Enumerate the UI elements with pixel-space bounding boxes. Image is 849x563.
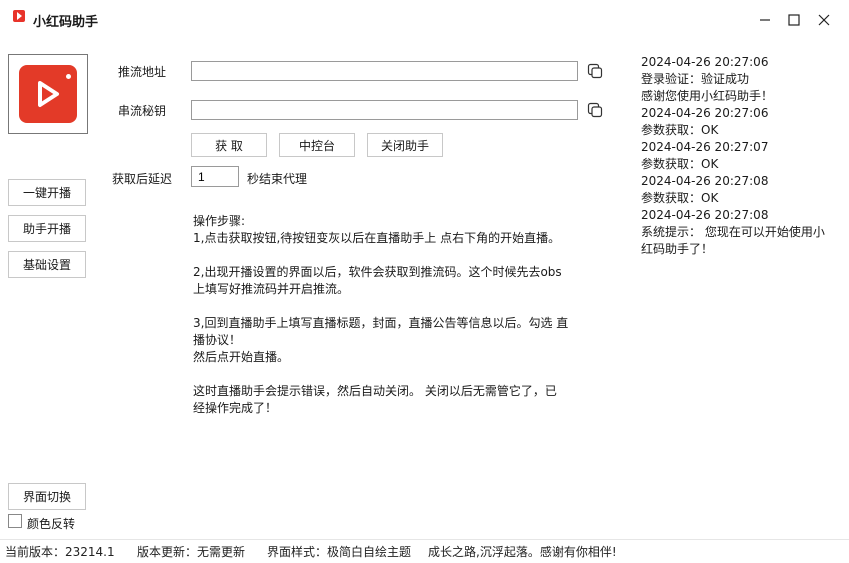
maximize-button[interactable] bbox=[779, 9, 809, 31]
minimize-icon bbox=[760, 19, 770, 21]
copy-stream-key-icon[interactable] bbox=[587, 102, 603, 118]
copy-push-url-icon[interactable] bbox=[587, 63, 603, 79]
switch-ui-button[interactable]: 界面切换 bbox=[8, 483, 86, 510]
status-divider bbox=[0, 539, 849, 540]
delay-input[interactable] bbox=[191, 166, 239, 187]
get-button[interactable]: 获 取 bbox=[191, 133, 267, 157]
steps-heading: 操作步骤: bbox=[193, 214, 246, 228]
step-2-line-1: 2,出现开播设置的界面以后，软件会获取到推流码。这个时候先去obs bbox=[193, 265, 562, 279]
push-url-label: 推流地址 bbox=[118, 65, 167, 79]
log-panel: 2024-04-26 20:27:06 登录验证：验证成功 感谢您使用小红码助手… bbox=[641, 54, 836, 258]
stream-key-label: 串流秘钥 bbox=[118, 104, 167, 118]
step-3-line-3: 然后点开始直播。 bbox=[193, 350, 290, 364]
log-line: 参数获取：OK bbox=[641, 191, 719, 205]
step-2-line-2: 上填写好推流码并开启推流。 bbox=[193, 282, 350, 296]
step-1: 1,点击获取按钮,待按钮变灰以后在直播助手上 点右下角的开始直播。 bbox=[193, 231, 561, 245]
log-line: 2024-04-26 20:27:06 bbox=[641, 55, 769, 69]
one-click-live-button[interactable]: 一键开播 bbox=[8, 179, 86, 206]
logo-play-icon bbox=[19, 65, 77, 123]
log-line: 2024-04-26 20:27:06 bbox=[641, 106, 769, 120]
log-line: 系统提示： 您现在可以开始使用小红码助手了！ bbox=[641, 225, 825, 256]
close-icon bbox=[818, 14, 830, 26]
log-line: 参数获取：OK bbox=[641, 157, 719, 171]
close-button[interactable] bbox=[809, 9, 839, 31]
log-line: 感谢您使用小红码助手！ bbox=[641, 89, 774, 103]
status-slogan: 成长之路,沉浮起落。感谢有你相伴! bbox=[428, 545, 617, 559]
stream-key-input[interactable] bbox=[191, 100, 578, 120]
status-theme: 界面样式：极简白自绘主题 bbox=[267, 545, 412, 559]
app-logo bbox=[8, 54, 88, 134]
instructions: 操作步骤: 1,点击获取按钮,待按钮变灰以后在直播助手上 点右下角的开始直播。 … bbox=[193, 213, 573, 417]
invert-color-checkbox[interactable] bbox=[8, 514, 22, 528]
console-button[interactable]: 中控台 bbox=[279, 133, 355, 157]
status-version: 当前版本：23214.1 bbox=[5, 545, 115, 559]
window-title: 小红码助手 bbox=[33, 15, 99, 30]
app-icon bbox=[13, 10, 25, 22]
assistant-live-button[interactable]: 助手开播 bbox=[8, 215, 86, 242]
note-line-2: 经操作完成了！ bbox=[193, 401, 278, 415]
log-line: 参数获取：OK bbox=[641, 123, 719, 137]
basic-settings-button[interactable]: 基础设置 bbox=[8, 251, 86, 278]
invert-color-label: 颜色反转 bbox=[27, 517, 76, 531]
push-url-input[interactable] bbox=[191, 61, 578, 81]
delay-suffix: 秒结束代理 bbox=[247, 172, 308, 186]
close-assistant-button[interactable]: 关闭助手 bbox=[367, 133, 443, 157]
title-bar: 小红码助手 bbox=[0, 0, 849, 40]
log-line: 2024-04-26 20:27:08 bbox=[641, 174, 769, 188]
status-update: 版本更新：无需更新 bbox=[137, 545, 246, 559]
log-line: 2024-04-26 20:27:07 bbox=[641, 140, 769, 154]
logo-dot bbox=[66, 74, 71, 79]
step-3-line-2: 播协议！ bbox=[193, 333, 242, 347]
note-line-1: 这时直播助手会提示错误，然后自动关闭。 关闭以后无需管它了，已 bbox=[193, 384, 557, 398]
play-icon bbox=[38, 81, 59, 107]
log-line: 2024-04-26 20:27:08 bbox=[641, 208, 769, 222]
minimize-button[interactable] bbox=[750, 9, 780, 31]
delay-label: 获取后延迟 bbox=[112, 172, 173, 186]
step-3-line-1: 3,回到直播助手上填写直播标题，封面，直播公告等信息以后。勾选 直 bbox=[193, 316, 569, 330]
maximize-icon bbox=[788, 14, 800, 26]
log-line: 登录验证：验证成功 bbox=[641, 72, 750, 86]
